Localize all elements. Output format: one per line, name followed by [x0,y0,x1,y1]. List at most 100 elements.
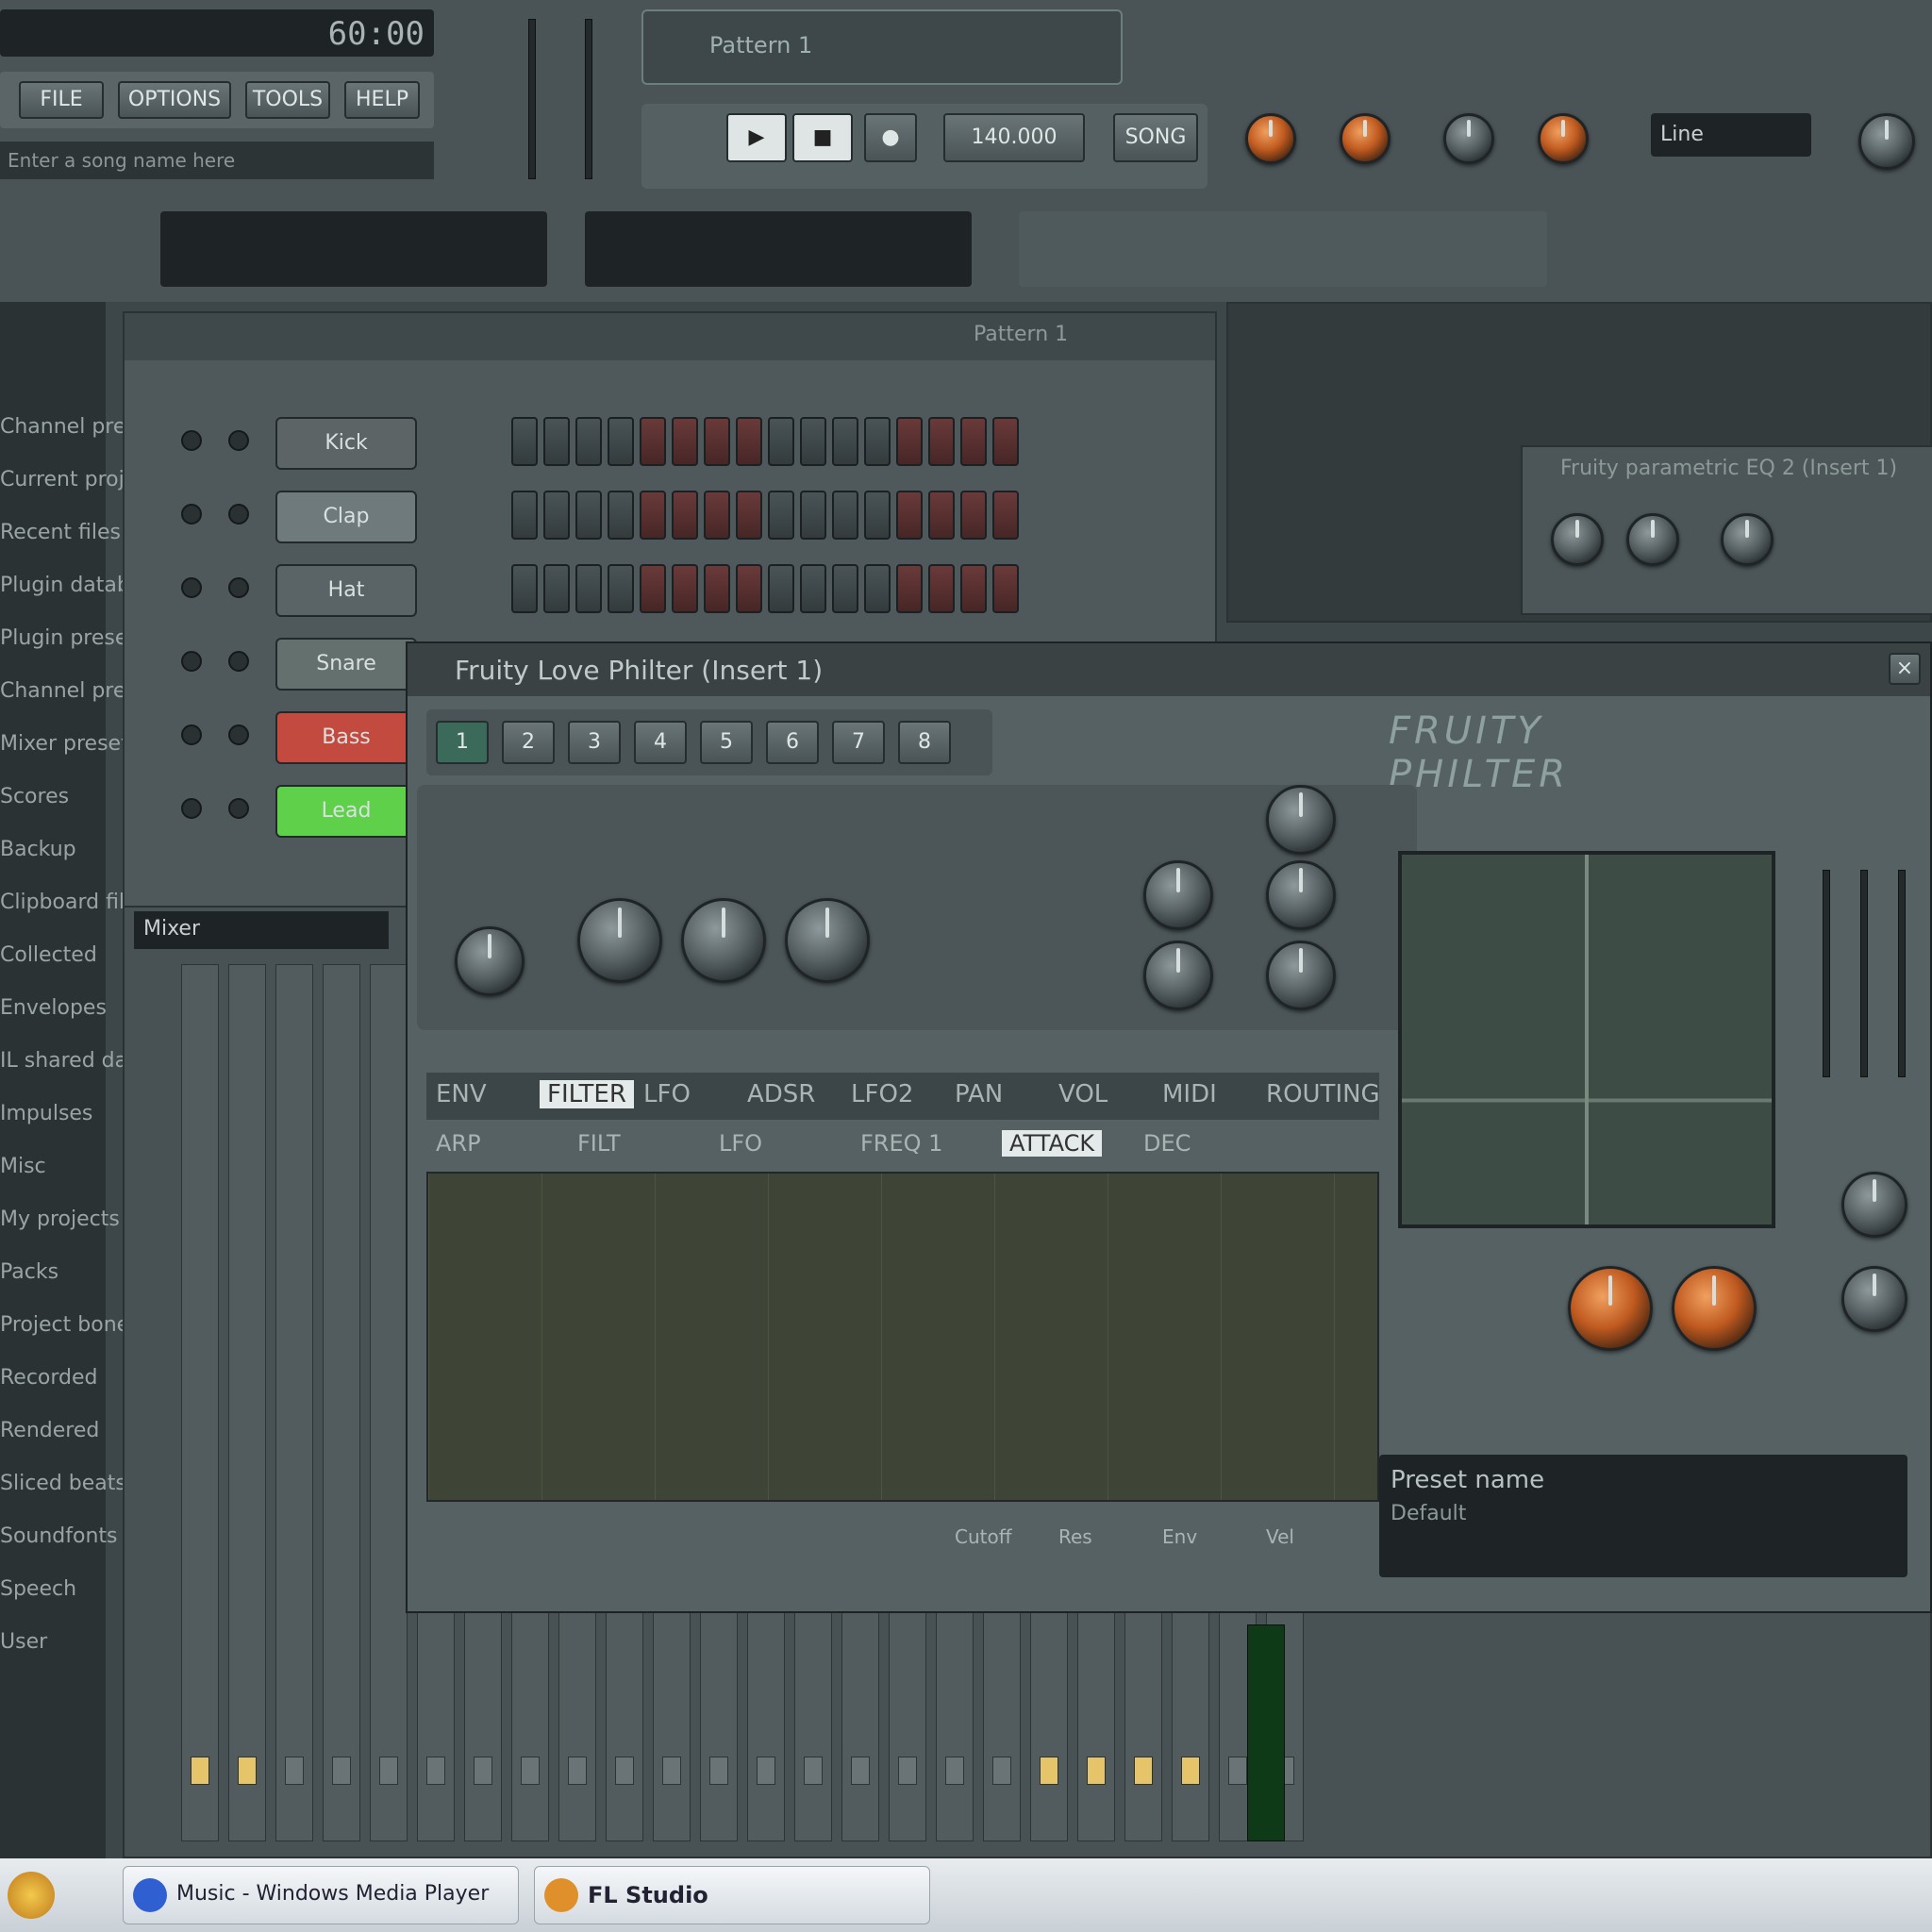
browser-item[interactable]: Impulses [0,1102,92,1125]
mixer-strip[interactable] [323,964,360,1841]
step-button[interactable] [896,564,923,613]
section-button[interactable]: 8 [898,721,951,764]
output-fader-2[interactable] [1860,870,1868,1077]
browser-item[interactable]: Rendered [0,1419,99,1442]
envelope-subtab[interactable]: ARP [436,1130,481,1157]
step-button[interactable] [864,491,891,540]
step-button[interactable] [672,491,698,540]
mixer-fader-handle[interactable] [1087,1757,1106,1785]
browser-item[interactable]: Envelopes [0,996,107,1020]
mixer-fader-handle[interactable] [426,1757,445,1785]
step-button[interactable] [928,564,955,613]
step-button[interactable] [704,491,730,540]
mixer-fader-handle[interactable] [1040,1757,1058,1785]
section-button[interactable]: 5 [700,721,753,764]
browser-item[interactable]: My projects [0,1208,120,1231]
mixer-fader-handle[interactable] [804,1757,823,1785]
tool-knob-5[interactable] [1858,113,1915,170]
menu-options[interactable]: OPTIONS [118,81,231,119]
step-button[interactable] [575,491,602,540]
mixer-strip[interactable] [370,964,408,1841]
mixer-fader-handle[interactable] [1134,1757,1153,1785]
step-button[interactable] [608,564,634,613]
mixer-fader-handle[interactable] [332,1757,351,1785]
mixer-fader-handle[interactable] [1228,1757,1247,1785]
output-knob-1[interactable] [1841,1172,1907,1238]
taskbar-item-fl[interactable]: FL Studio [534,1866,930,1924]
browser-item[interactable]: Sliced beats [0,1472,126,1495]
record-button[interactable]: ● [864,113,917,162]
envelope-footer-item[interactable]: Env [1162,1525,1197,1548]
section-button[interactable]: 3 [568,721,621,764]
effect-knob-1[interactable] [1551,513,1604,566]
envelope-subtab[interactable]: ATTACK [1002,1130,1103,1157]
output-fader-3[interactable] [1898,870,1906,1077]
preset-box[interactable]: Preset name Default [1379,1455,1907,1577]
step-button[interactable] [896,417,923,466]
step-button[interactable] [800,491,826,540]
osc-knob-1[interactable] [455,926,525,996]
mixer-fader-handle[interactable] [851,1757,870,1785]
mixer-fader-handle[interactable] [615,1757,634,1785]
step-button[interactable] [832,564,858,613]
step-button[interactable] [543,417,570,466]
envelope-footer-item[interactable]: Res [1058,1525,1092,1548]
channel-mute-led[interactable] [228,798,249,819]
windows-icon[interactable] [8,1872,55,1919]
step-button[interactable] [960,491,987,540]
osc-knob-2[interactable] [577,898,662,983]
step-button[interactable] [672,564,698,613]
mixer-fader-handle[interactable] [1181,1757,1200,1785]
browser-item[interactable]: Packs [0,1260,58,1284]
section-button[interactable]: 2 [502,721,555,764]
step-button[interactable] [575,564,602,613]
song-mode-button[interactable]: SONG [1113,113,1198,162]
tempo-display[interactable]: 140.000 [943,113,1085,162]
menu-tools[interactable]: TOOLS [245,81,330,119]
step-button[interactable] [608,417,634,466]
section-button[interactable]: 6 [766,721,819,764]
channel-mute-led[interactable] [228,577,249,598]
step-button[interactable] [608,491,634,540]
channel-button[interactable]: Lead [275,785,417,838]
channel-button[interactable]: Bass [275,711,417,764]
browser-item[interactable]: Soundfonts [0,1524,118,1548]
menu-help[interactable]: HELP [344,81,420,119]
mixer-fader-handle[interactable] [898,1757,917,1785]
channel-button[interactable]: Clap [275,491,417,543]
step-button[interactable] [543,564,570,613]
close-icon[interactable]: × [1889,653,1921,685]
mixer-fader-handle[interactable] [709,1757,728,1785]
channel-mute-led[interactable] [181,430,202,451]
step-button[interactable] [704,564,730,613]
channel-mute-led[interactable] [228,724,249,745]
stop-button[interactable]: ■ [792,113,853,162]
filter-knob-1[interactable] [1143,860,1213,930]
xy-pad[interactable] [1398,851,1775,1228]
step-button[interactable] [992,417,1019,466]
browser-item[interactable]: Collected [0,943,97,967]
browser-item[interactable]: Backup [0,838,76,861]
channel-mute-led[interactable] [181,651,202,672]
osc-knob-4[interactable] [785,898,870,983]
envelope-editor[interactable] [426,1172,1379,1502]
mixer-fader-handle[interactable] [521,1757,540,1785]
channel-button[interactable]: Hat [275,564,417,617]
browser-item[interactable]: Scores [0,785,69,808]
browser-item[interactable]: Mixer presets [0,732,140,756]
envelope-tab[interactable]: ADSR [747,1080,815,1108]
envelope-subtab[interactable]: DEC [1143,1130,1191,1157]
step-button[interactable] [768,564,794,613]
step-button[interactable] [768,491,794,540]
channel-button[interactable]: Snare [275,638,417,691]
step-button[interactable] [864,564,891,613]
tool-knob-2[interactable] [1340,113,1391,164]
step-button[interactable] [992,491,1019,540]
envelope-tab[interactable]: MIDI [1162,1080,1217,1108]
channel-mute-led[interactable] [181,724,202,745]
step-button[interactable] [511,564,538,613]
step-button[interactable] [736,417,762,466]
step-button[interactable] [736,491,762,540]
effect-knob-3[interactable] [1721,513,1774,566]
envelope-footer-item[interactable]: Cutoff [955,1525,1012,1548]
